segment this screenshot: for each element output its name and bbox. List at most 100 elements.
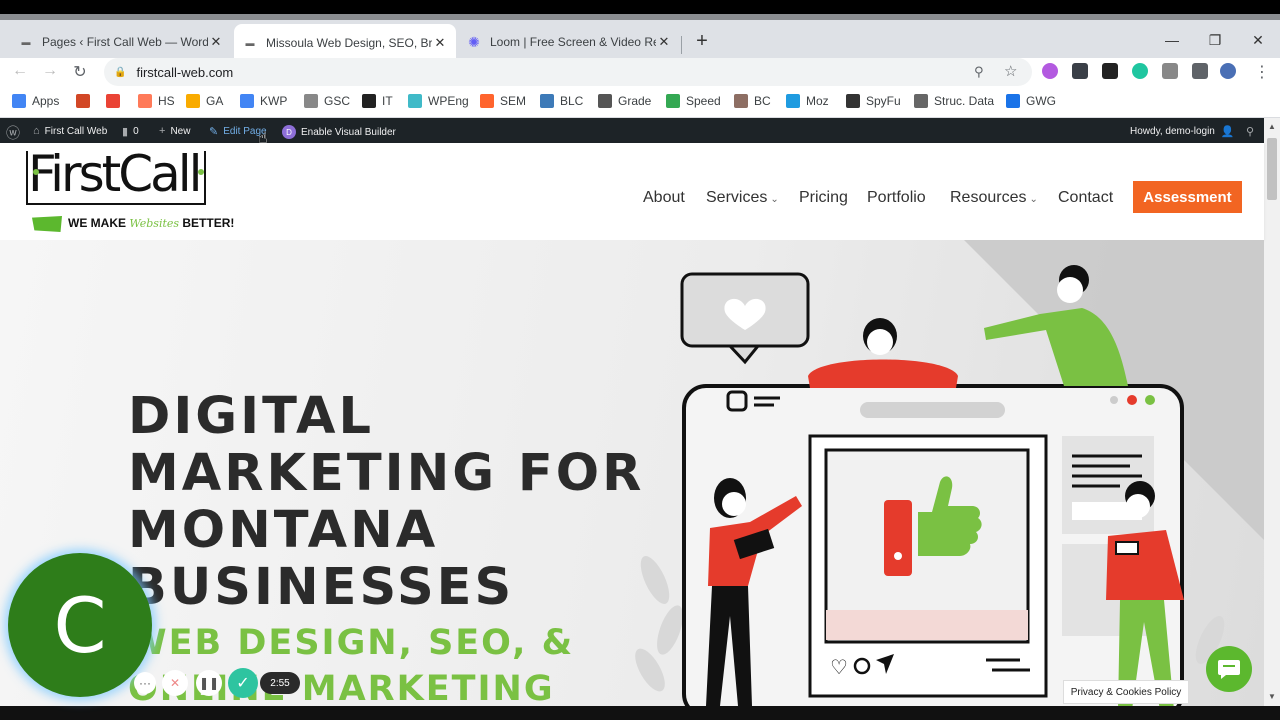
maximize-button[interactable]: ❐	[1201, 32, 1229, 49]
nav-resources[interactable]: Resources ⌄	[950, 189, 1038, 207]
loom-icon: ✺	[468, 33, 480, 50]
address-bar-row: ← → ↻ 🔒 firstcall-web.com ⚲ ☆ ⋮	[0, 58, 1280, 86]
close-window-button[interactable]: ✕	[1244, 32, 1272, 49]
loom-camera-bubble[interactable]: C	[8, 553, 152, 697]
bookmark-item[interactable]: HS	[138, 94, 175, 108]
bookmark-item[interactable]: GSC	[304, 94, 350, 108]
bookmark-label: Struc. Data	[934, 94, 995, 108]
scroll-down-icon[interactable]: ▼	[1268, 692, 1276, 701]
tab-title: Loom | Free Screen & Video Recording	[490, 35, 656, 49]
loom-timer: 2:55	[260, 672, 300, 694]
nav-contact[interactable]: Contact	[1058, 189, 1113, 207]
close-icon[interactable]: ✕	[656, 34, 672, 50]
bookmark-item[interactable]: Grade	[598, 94, 651, 108]
zoom-icon[interactable]: ⚲	[974, 64, 984, 80]
url-text: firstcall-web.com	[136, 64, 234, 80]
browser-tab-bar: ▬ Pages ‹ First Call Web — WordPress ✕ ▬…	[0, 14, 1280, 62]
wp-site-label: First Call Web	[44, 125, 108, 137]
extension-color-icon[interactable]	[1042, 63, 1058, 79]
bookmark-item[interactable]: KWP	[240, 94, 287, 108]
svg-text:♡: ♡	[830, 655, 848, 679]
extension-m-icon[interactable]	[1072, 63, 1088, 79]
bookmark-item[interactable]: Struc. Data	[914, 94, 994, 108]
bookmark-star-icon[interactable]: ☆	[1004, 62, 1017, 80]
scrollbar-thumb[interactable]	[1267, 138, 1277, 200]
extensions-puzzle-icon[interactable]	[1192, 63, 1208, 79]
notion-icon	[362, 94, 376, 108]
wp-new[interactable]: + New	[159, 125, 190, 137]
hero-heading-line: MONTANA	[128, 501, 439, 560]
loom-more-icon[interactable]: ···	[134, 672, 156, 694]
hero-heading: DIGITAL MARKETING FOR MONTANA BUSINESSES	[128, 388, 644, 616]
wp-visual-builder[interactable]: D Enable Visual Builder	[282, 125, 396, 139]
wp-new-label: New	[170, 125, 191, 137]
blc-icon	[540, 94, 554, 108]
profile-avatar-icon[interactable]	[1220, 63, 1236, 79]
powerpoint-icon	[76, 94, 90, 108]
url-bar[interactable]: 🔒 firstcall-web.com	[104, 58, 1032, 86]
bookmark-label: Speed	[686, 94, 721, 108]
bookmark-item[interactable]: BC	[734, 94, 771, 108]
nav-pricing[interactable]: Pricing	[799, 189, 848, 207]
nav-label: Pricing	[799, 189, 848, 206]
hero-section: DIGITAL MARKETING FOR MONTANA BUSINESSES…	[0, 240, 1264, 706]
new-tab-button[interactable]: +	[690, 30, 714, 53]
extension-search-icon[interactable]	[1102, 63, 1118, 79]
bookmark-item[interactable]: SEM	[480, 94, 526, 108]
nav-services[interactable]: Services ⌄	[706, 189, 779, 207]
loom-finish-icon[interactable]: ✓	[228, 668, 258, 698]
speed-icon	[666, 94, 680, 108]
nav-label: Services	[706, 189, 768, 206]
bookmark-item[interactable]	[76, 94, 96, 108]
page-scrollbar[interactable]: ▲ ▼	[1264, 118, 1280, 706]
wp-site-name[interactable]: ⌂ First Call Web	[33, 125, 107, 137]
wp-search-icon[interactable]: ⚲	[1246, 125, 1259, 138]
bookmark-item[interactable]: IT	[362, 94, 393, 108]
assessment-button[interactable]: Assessment	[1133, 181, 1242, 213]
bookmark-item[interactable]: BLC	[540, 94, 583, 108]
loom-cancel-icon[interactable]: ✕	[162, 670, 188, 696]
bookmark-item[interactable]: GWG	[1006, 94, 1056, 108]
back-icon[interactable]: ←	[10, 62, 30, 80]
bookmark-item[interactable]: Apps	[12, 94, 59, 108]
nav-portfolio[interactable]: Portfolio	[867, 189, 926, 207]
menu-kebab-icon[interactable]: ⋮	[1252, 62, 1272, 82]
nav-about[interactable]: About	[643, 189, 685, 207]
woman-leaning-figure	[808, 318, 958, 388]
chat-bubble-icon[interactable]	[1206, 646, 1252, 692]
privacy-policy-link[interactable]: Privacy & Cookies Policy	[1063, 680, 1189, 704]
bookmark-item[interactable]: Moz	[786, 94, 829, 108]
tagline-start: WE MAKE	[68, 216, 126, 230]
lock-icon: 🔒	[114, 66, 127, 78]
wp-admin-bar: ⓦ ⌂ First Call Web ▮ 0 + New ✎ Edit Page D En…	[0, 118, 1264, 143]
tab-missoula-web-design[interactable]: ▬ Missoula Web Design, SEO, Branding ✕	[234, 24, 456, 62]
bookmark-item[interactable]	[106, 94, 126, 108]
nav-label: Contact	[1058, 189, 1114, 206]
loom-pause-icon[interactable]: ❚❚	[196, 670, 222, 696]
scroll-up-icon[interactable]: ▲	[1268, 122, 1276, 131]
wp-visual-builder-label: Enable Visual Builder	[301, 126, 396, 138]
extension-check-icon[interactable]	[1132, 63, 1148, 79]
extension-eyedropper-icon[interactable]	[1162, 63, 1178, 79]
bookmark-item[interactable]: Speed	[666, 94, 721, 108]
search-console-icon	[304, 94, 318, 108]
close-icon[interactable]: ✕	[208, 34, 224, 50]
nav-label: Resources	[950, 189, 1027, 206]
wordpress-logo-icon[interactable]: ⓦ	[6, 123, 25, 143]
bookmark-label: KWP	[260, 94, 288, 108]
bookmark-item[interactable]: WPEng	[408, 94, 469, 108]
wp-howdy[interactable]: Howdy, demo-login 👤	[1130, 125, 1240, 138]
wp-comments[interactable]: ▮ 0	[122, 125, 139, 138]
google-ads-icon	[240, 94, 254, 108]
bookmark-item[interactable]: SpyFu	[846, 94, 901, 108]
tab-pages[interactable]: ▬ Pages ‹ First Call Web — WordPress ✕	[10, 26, 232, 58]
bookmark-item[interactable]: GA	[186, 94, 223, 108]
bookmark-label: SpyFu	[866, 94, 901, 108]
forward-icon[interactable]: →	[40, 62, 60, 80]
close-icon[interactable]: ✕	[432, 35, 448, 51]
tab-loom[interactable]: ✺ Loom | Free Screen & Video Recording ✕	[458, 26, 680, 58]
minimize-button[interactable]: —	[1158, 32, 1186, 48]
wp-howdy-label: Howdy, demo-login	[1130, 126, 1215, 137]
reload-icon[interactable]: ↻	[70, 62, 90, 82]
bookmark-label: GSC	[324, 94, 351, 108]
